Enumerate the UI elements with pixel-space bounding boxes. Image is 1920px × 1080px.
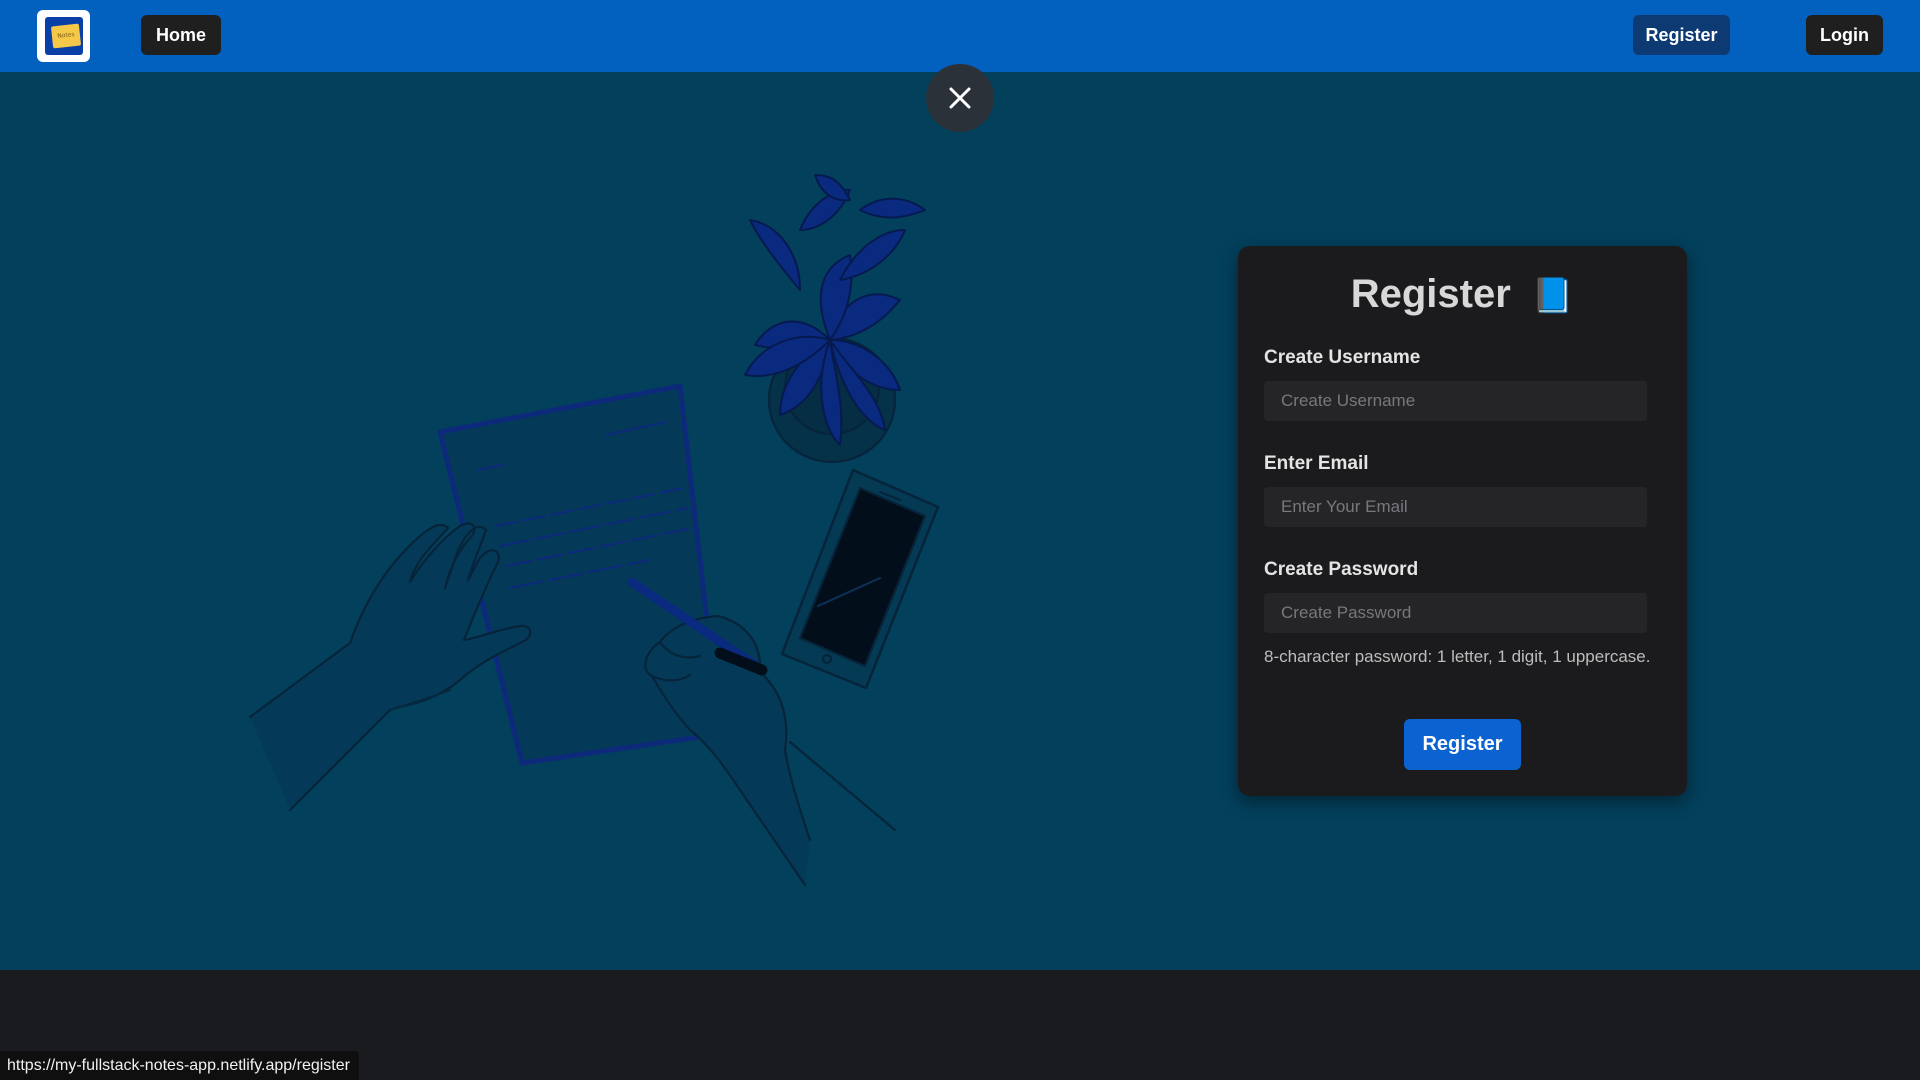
book-icon: 📘 [1531, 276, 1575, 316]
close-modal-button[interactable] [926, 64, 994, 132]
home-button[interactable]: Home [141, 15, 221, 55]
username-input[interactable] [1264, 381, 1647, 421]
password-input[interactable] [1264, 593, 1647, 633]
username-label: Create Username [1264, 347, 1421, 368]
password-hint: 8-character password: 1 letter, 1 digit,… [1264, 647, 1651, 666]
password-label: Create Password [1264, 559, 1419, 580]
register-form-card: Register 📘 Create Username Enter Email C… [1238, 246, 1687, 796]
email-input[interactable] [1264, 487, 1647, 527]
left-hand-illustration [248, 522, 532, 812]
logo-spiral [48, 15, 79, 19]
register-form-title: Register 📘 [1238, 272, 1687, 317]
nav-register-button[interactable]: Register [1633, 15, 1730, 55]
login-button[interactable]: Login [1806, 15, 1883, 55]
status-bar-url: https://my-fullstack-notes-app.netlify.a… [0, 1051, 359, 1080]
register-title-text: Register [1350, 272, 1511, 316]
submit-register-button[interactable]: Register [1404, 719, 1521, 770]
phone-illustration [780, 468, 940, 690]
notes-logo-icon: Notes [44, 15, 83, 55]
email-label: Enter Email [1264, 453, 1369, 474]
writing-desk-illustration [248, 174, 940, 887]
app-logo[interactable]: Notes [37, 10, 90, 62]
logo-note-text: Notes [50, 23, 81, 49]
plant-illustration [744, 174, 926, 464]
top-navbar: Notes Home Register Login [0, 0, 1920, 72]
close-icon [949, 87, 971, 109]
